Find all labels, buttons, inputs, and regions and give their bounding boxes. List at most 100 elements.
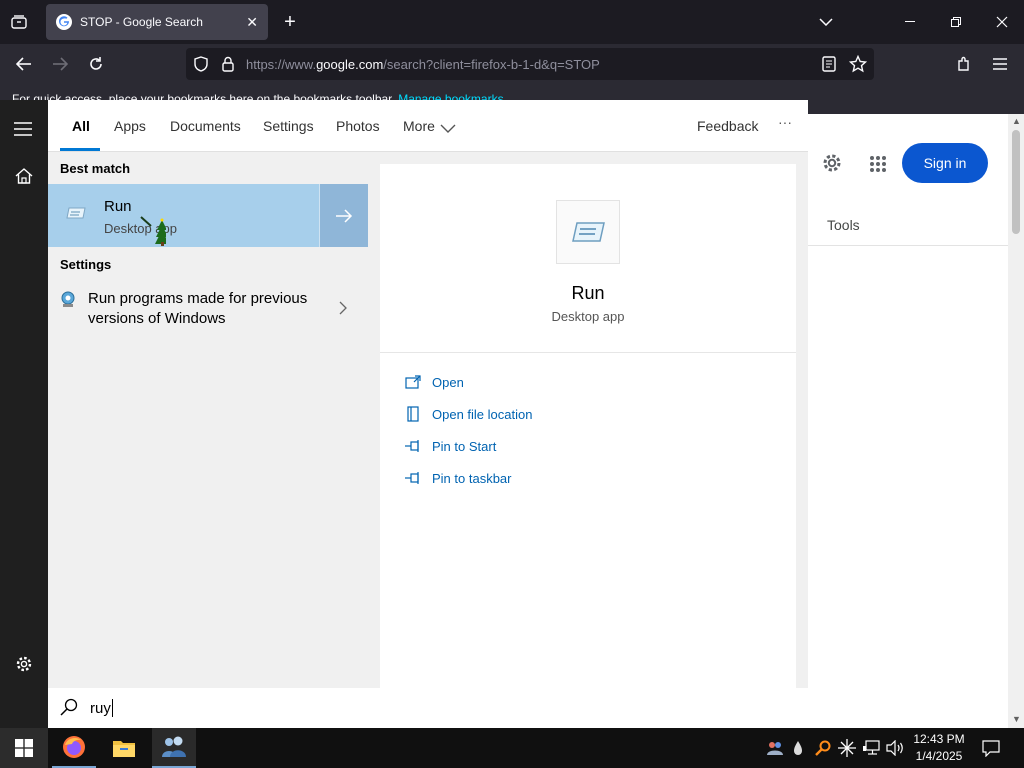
bookmark-star-icon[interactable]: [848, 54, 868, 76]
active-filter-indicator: [60, 148, 100, 151]
restore-icon[interactable]: [946, 12, 966, 32]
open-label: Open: [432, 374, 464, 390]
start-search-panel: All Apps Documents Settings Photos More …: [48, 100, 808, 728]
page-scrollbar[interactable]: ▲ ▼: [1008, 114, 1024, 728]
start-menu-rail: [0, 100, 48, 728]
scrollbar-thumb[interactable]: [1012, 130, 1020, 234]
chevron-right-icon[interactable]: [339, 301, 347, 318]
open-icon: [404, 374, 422, 390]
filter-photos[interactable]: Photos: [336, 118, 380, 134]
close-tab-icon[interactable]: ✕: [246, 14, 258, 31]
firefox-icon: [63, 736, 85, 758]
best-match-title: Run: [104, 198, 132, 215]
search-tool-icon[interactable]: [815, 740, 831, 759]
hamburger-menu-icon[interactable]: [990, 54, 1010, 74]
taskbar-date[interactable]: 1/4/2025: [908, 749, 970, 763]
search-query-text: ruy: [90, 699, 111, 717]
search-filter-bar: All Apps Documents Settings Photos More …: [48, 100, 808, 152]
best-match-run-item[interactable]: Run Desktop app: [48, 184, 319, 247]
preview-title: Run: [571, 283, 605, 303]
settings-gear-icon[interactable]: [821, 152, 843, 177]
browser-tab-active[interactable]: STOP - Google Search ✕: [46, 4, 268, 40]
back-icon[interactable]: [14, 54, 34, 74]
filter-documents[interactable]: Documents: [170, 118, 241, 134]
tab-title: STOP - Google Search: [80, 15, 203, 29]
run-app-large-icon: [556, 200, 620, 264]
christmas-tree-cursor-icon: [140, 216, 169, 249]
sign-in-button[interactable]: Sign in: [902, 143, 988, 183]
reader-view-icon[interactable]: [822, 56, 836, 75]
browser-nav-bar: https://www. google.com/search?client=fir…: [0, 44, 1024, 84]
open-details-arrow-button[interactable]: [319, 184, 368, 247]
url-host: google.com: [316, 56, 384, 72]
scroll-down-icon[interactable]: ▼: [1012, 714, 1021, 724]
browser-tab-bar: STOP - Google Search ✕ +: [0, 0, 1024, 44]
run-app-icon: [66, 206, 86, 223]
taskbar-file-explorer-button[interactable]: [102, 728, 146, 768]
results-list: Best match Run Desktop app Settings Run …: [48, 152, 368, 688]
pin-to-taskbar-label: Pin to taskbar: [432, 470, 512, 486]
preview-subtitle: Desktop app: [551, 309, 625, 324]
minimize-icon[interactable]: [900, 12, 920, 32]
people-app-icon: [162, 736, 186, 757]
settings-icon[interactable]: [15, 655, 33, 676]
open-file-location-action[interactable]: Open file location: [404, 406, 532, 422]
more-options-icon[interactable]: ···: [778, 114, 792, 130]
settings-heading: Settings: [60, 257, 112, 272]
divider: [380, 352, 796, 353]
settings-item-line2: versions of Windows: [88, 310, 226, 327]
pin-to-start-action[interactable]: Pin to Start: [404, 438, 496, 454]
pin-icon: [404, 470, 422, 486]
filter-apps[interactable]: Apps: [114, 118, 146, 134]
windows-taskbar: 12:43 PM 1/4/2025: [0, 728, 1024, 768]
settings-item-line1: Run programs made for previous: [88, 290, 308, 307]
volume-icon[interactable]: [886, 739, 904, 759]
filter-all[interactable]: All: [72, 118, 90, 134]
start-search-box[interactable]: ruy: [48, 688, 808, 728]
google-favicon-icon: [56, 14, 72, 30]
divider: [808, 245, 1008, 246]
shield-icon[interactable]: [194, 56, 208, 75]
water-drop-icon[interactable]: [793, 740, 803, 759]
tools-button[interactable]: Tools: [827, 217, 860, 233]
notifications-icon[interactable]: [982, 739, 1000, 760]
arrow-right-icon: [336, 208, 353, 223]
url-bar[interactable]: https://www. google.com/search?client=fir…: [186, 48, 874, 80]
chevron-down-icon[interactable]: [816, 12, 836, 32]
google-apps-icon[interactable]: [869, 155, 887, 176]
feedback-button[interactable]: Feedback: [697, 118, 758, 134]
pin-icon: [404, 438, 422, 454]
windows-logo-icon: [15, 739, 33, 757]
app-preview-pane: Run Desktop app Open Open file location …: [380, 164, 796, 688]
new-tab-icon[interactable]: +: [280, 11, 300, 33]
reload-icon[interactable]: [86, 54, 106, 74]
network-icon[interactable]: [863, 740, 881, 759]
url-prefix: https://www.: [246, 56, 317, 72]
taskbar-active-app-button[interactable]: [152, 728, 196, 768]
tray-app-icon[interactable]: [766, 740, 784, 759]
pin-to-start-label: Pin to Start: [432, 438, 497, 454]
pin-to-taskbar-action[interactable]: Pin to taskbar: [404, 470, 512, 486]
tray-sparkle-icon[interactable]: [838, 739, 856, 760]
extensions-icon[interactable]: [954, 54, 974, 74]
close-window-icon[interactable]: [992, 12, 1012, 32]
open-action[interactable]: Open: [404, 374, 464, 390]
forward-icon[interactable]: [50, 54, 70, 74]
scroll-up-icon[interactable]: ▲: [1012, 116, 1021, 126]
google-search-page: Sign in Tools: [808, 114, 1008, 728]
taskbar-firefox-button[interactable]: [52, 728, 96, 768]
open-file-location-label: Open file location: [432, 406, 533, 422]
url-path: /search?client=firefox-b-1-d&q=STOP: [383, 56, 600, 72]
expand-menu-icon[interactable]: [14, 122, 32, 139]
filter-more[interactable]: More: [403, 118, 435, 134]
chevron-down-icon[interactable]: [440, 121, 456, 136]
start-button[interactable]: [0, 728, 48, 768]
home-icon[interactable]: [15, 167, 33, 188]
list-all-tabs-icon[interactable]: [8, 12, 30, 32]
lock-icon[interactable]: [222, 56, 234, 75]
file-location-icon: [404, 406, 422, 422]
settings-result-item[interactable]: Run programs made for previous versions …: [48, 280, 368, 336]
text-caret: [111, 699, 113, 717]
taskbar-time[interactable]: 12:43 PM: [908, 732, 970, 746]
filter-settings[interactable]: Settings: [263, 118, 314, 134]
